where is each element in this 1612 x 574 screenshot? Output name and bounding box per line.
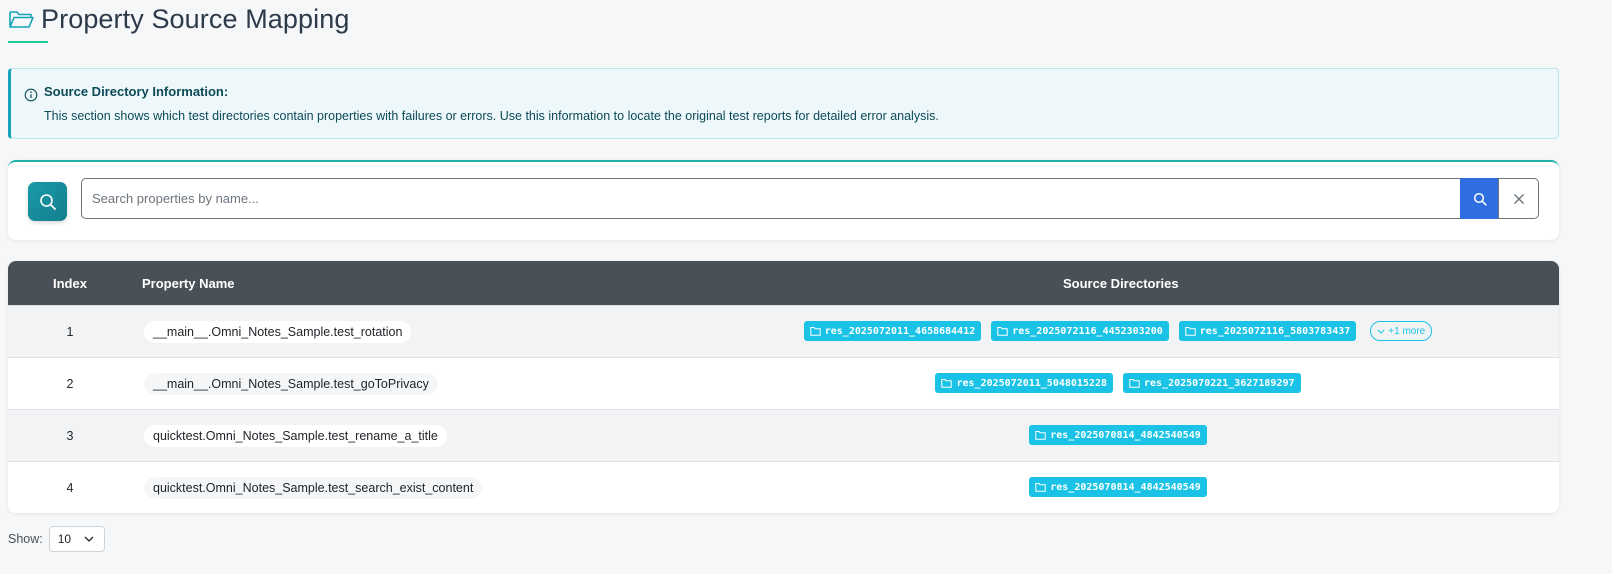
page-size-value: 10 — [57, 532, 72, 546]
source-directory-label: res_2025070814_4842540549 — [1050, 481, 1201, 493]
folder-icon — [1035, 483, 1046, 492]
table-row: 1 __main__.Omni_Notes_Sample.test_rotatio… — [8, 305, 1559, 357]
table-body: 1 __main__.Omni_Notes_Sample.test_rotatio… — [8, 305, 1559, 513]
table-row: 4 quicktest.Omni_Notes_Sample.test_search… — [8, 461, 1559, 513]
close-icon — [1513, 193, 1524, 204]
search-input[interactable] — [81, 178, 1461, 219]
folder-open-icon — [9, 11, 34, 28]
source-directory-badge[interactable]: res_2025070814_4842540549 — [1029, 425, 1207, 445]
source-directory-badge[interactable]: res_2025070814_4842540549 — [1029, 477, 1207, 497]
search-badge — [28, 182, 67, 221]
row-index: 2 — [66, 377, 74, 391]
page-size-control: Show: 10 — [8, 526, 105, 552]
search-button[interactable] — [1460, 178, 1499, 219]
source-directories: res_2025072011_5048015228 res_2025070221_… — [708, 373, 1528, 393]
folder-icon — [1185, 327, 1196, 336]
source-directory-badge[interactable]: res_2025072116_5803783437 — [1178, 321, 1357, 341]
show-more-label: +1 more — [1388, 325, 1426, 337]
table-row: 2 __main__.Omni_Notes_Sample.test_goToPri… — [8, 357, 1559, 409]
source-directories: res_2025072011_4658684412 res_2025072116_… — [708, 321, 1528, 341]
row-index: 3 — [66, 429, 74, 443]
property-name: __main__.Omni_Notes_Sample.test_rotation — [144, 321, 412, 343]
table-row: 3 quicktest.Omni_Notes_Sample.test_rename… — [8, 409, 1559, 461]
source-directory-badge[interactable]: res_2025072011_4658684412 — [803, 321, 982, 341]
folder-icon — [941, 379, 953, 388]
page-title: Property Source Mapping — [41, 3, 350, 34]
source-directories: res_2025070814_4842540549 — [708, 425, 1528, 445]
source-directory-label: res_2025070814_4842540549 — [1050, 429, 1201, 441]
column-header-index[interactable]: Index — [53, 276, 87, 291]
source-directory-label: res_2025072011_5048015228 — [956, 377, 1107, 389]
folder-icon — [810, 327, 821, 336]
clear-search-button[interactable] — [1498, 178, 1539, 219]
source-directory-label: res_2025072116_5803783437 — [1199, 325, 1351, 337]
info-title: Source Directory Information: — [44, 84, 229, 99]
property-name: quicktest.Omni_Notes_Sample.test_rename_… — [144, 425, 447, 447]
page-header: Property Source Mapping — [8, 2, 350, 43]
info-text: This section shows which test directorie… — [44, 109, 939, 123]
folder-icon — [997, 327, 1008, 336]
property-name: quicktest.Omni_Notes_Sample.test_search_… — [144, 477, 483, 499]
property-name: __main__.Omni_Notes_Sample.test_goToPriv… — [144, 373, 438, 395]
title-underline — [8, 41, 48, 43]
search-icon — [1473, 192, 1487, 206]
chevron-down-icon — [1377, 328, 1385, 334]
folder-icon — [1035, 431, 1046, 440]
source-directory-label: res_2025072116_4452303200 — [1012, 325, 1163, 337]
show-more-button[interactable]: +1 more — [1370, 321, 1433, 341]
source-directory-badge[interactable]: res_2025072116_4452303200 — [991, 321, 1169, 341]
row-index: 4 — [66, 481, 74, 495]
source-directories: res_2025070814_4842540549 — [708, 477, 1528, 497]
source-directory-label: res_2025072011_4658684412 — [824, 325, 976, 337]
search-card — [8, 160, 1559, 240]
row-index: 1 — [66, 325, 74, 339]
info-icon — [24, 88, 38, 102]
source-directory-badge[interactable]: res_2025070221_3627189297 — [1123, 373, 1301, 393]
source-directory-label: res_2025070221_3627189297 — [1144, 377, 1295, 389]
column-header-property-name[interactable]: Property Name — [142, 276, 234, 291]
show-label: Show: — [8, 532, 43, 546]
info-alert: Source Directory Information: This secti… — [8, 68, 1559, 139]
chevron-down-icon — [84, 536, 94, 542]
page-size-select[interactable]: 10 — [48, 526, 105, 552]
search-icon — [39, 193, 56, 210]
source-directory-badge[interactable]: res_2025072011_5048015228 — [935, 373, 1113, 393]
table-header: Index Property Name Source Directories — [8, 261, 1559, 305]
folder-icon — [1129, 379, 1140, 388]
property-table: Index Property Name Source Directories 1… — [8, 261, 1559, 513]
column-header-source-directories[interactable]: Source Directories — [1063, 276, 1179, 291]
